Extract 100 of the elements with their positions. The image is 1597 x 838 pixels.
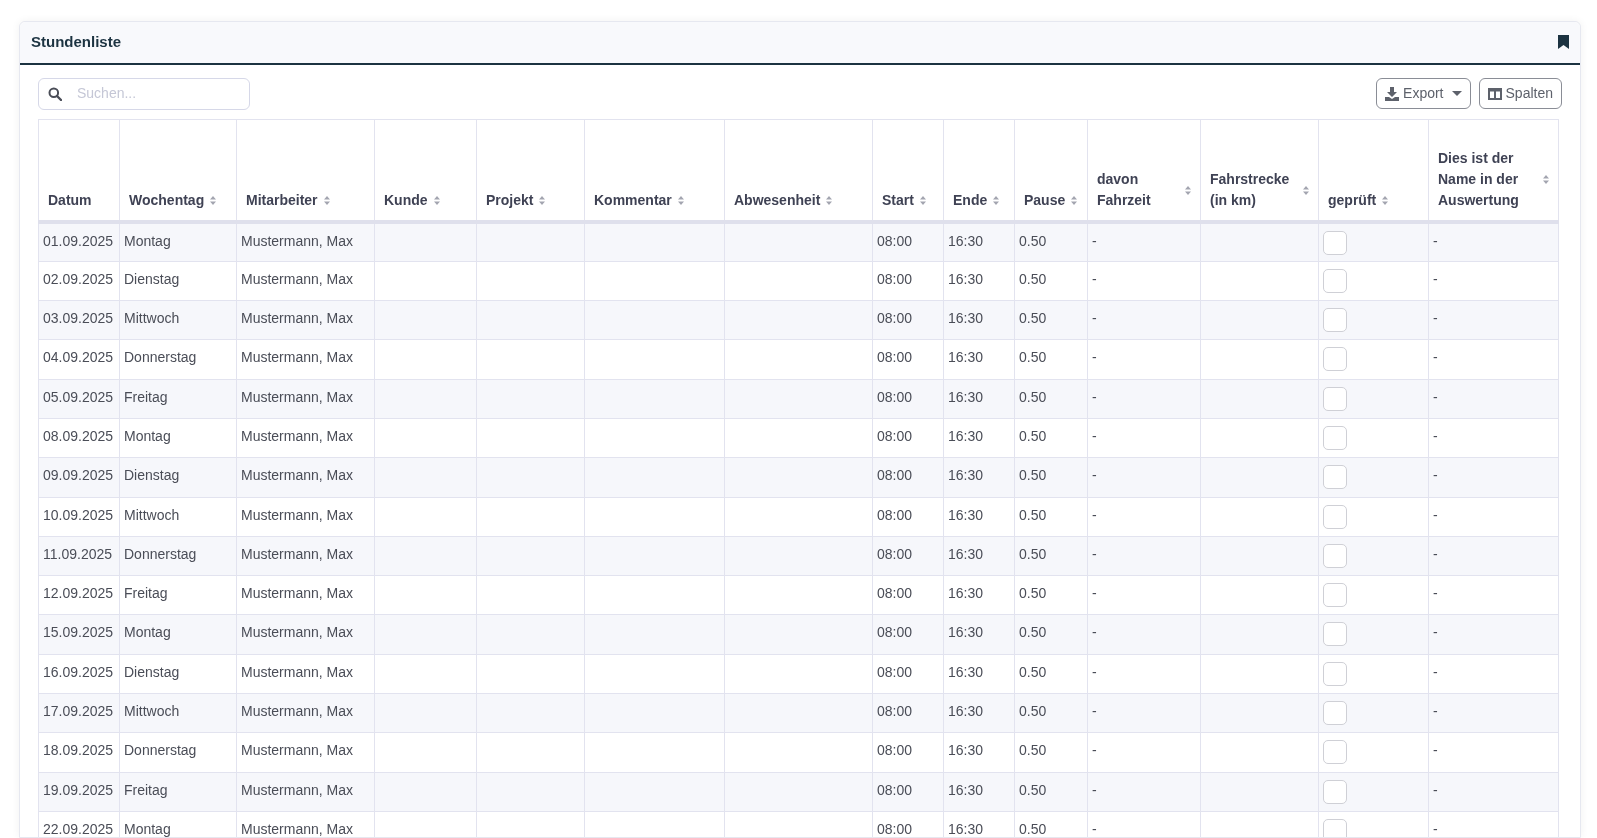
table-cell: 08:00 — [877, 467, 913, 484]
sort-icon[interactable] — [677, 196, 684, 205]
checkbox[interactable] — [1323, 818, 1347, 837]
sort-icon[interactable] — [1303, 185, 1309, 195]
sort-icon[interactable] — [1185, 185, 1191, 195]
column-header[interactable]: Projekt — [486, 190, 575, 211]
column-header[interactable]: Datum — [48, 190, 110, 211]
search-icon — [48, 86, 62, 101]
table-cell: 16:30 — [948, 742, 984, 759]
table-cell: 16:30 — [948, 545, 984, 562]
sort-icon[interactable] — [1382, 196, 1389, 205]
table-cell: - — [1433, 585, 1438, 602]
table-cell: Mustermann, Max — [241, 428, 354, 444]
table-cell: 0.50 — [1019, 270, 1047, 287]
sort-icon[interactable] — [433, 196, 440, 205]
table-cell: Montag — [124, 820, 171, 837]
sort-icon[interactable] — [1071, 196, 1078, 205]
sort-icon[interactable] — [323, 196, 330, 205]
sort-icon[interactable] — [993, 196, 1000, 205]
column-header[interactable]: Abwesenheit — [734, 190, 863, 211]
table-cell: 08:00 — [877, 663, 913, 680]
table-cell: - — [1433, 703, 1438, 720]
table-cell: 08:00 — [877, 349, 913, 366]
checkbox[interactable] — [1323, 386, 1347, 411]
table-cell: - — [1092, 624, 1097, 641]
checkbox[interactable] — [1323, 347, 1347, 372]
card-title: Stundenliste — [31, 32, 121, 52]
column-header[interactable]: Wochentag — [129, 190, 227, 211]
table-cell: 08:00 — [877, 820, 913, 837]
checkbox[interactable] — [1323, 308, 1347, 333]
table-cell: 15.09.2025 — [43, 624, 114, 641]
table-cell: - — [1092, 545, 1097, 562]
table-cell: Mustermann, Max — [241, 703, 354, 720]
table-cell: - — [1433, 506, 1438, 523]
table-cell: - — [1092, 781, 1097, 798]
checkbox[interactable] — [1323, 268, 1347, 293]
table-cell: 16:30 — [948, 663, 984, 680]
table-cell: - — [1092, 506, 1097, 523]
table-cell: 16:30 — [948, 310, 984, 327]
export-button[interactable]: Export — [1376, 78, 1471, 109]
table-cell: Mustermann, Max — [241, 545, 354, 562]
table-cell: Mustermann, Max — [241, 388, 354, 405]
column-header[interactable]: Mitarbeiter — [246, 190, 365, 211]
table-cell: 0.50 — [1019, 545, 1047, 562]
checkbox[interactable] — [1323, 231, 1347, 255]
sort-icon[interactable] — [919, 196, 926, 205]
checkbox[interactable] — [1323, 622, 1347, 647]
table-cell: 16:30 — [948, 349, 984, 366]
column-header[interactable]: Start — [882, 190, 934, 211]
checkbox[interactable] — [1323, 465, 1347, 490]
checkbox[interactable] — [1323, 543, 1347, 568]
search-field[interactable]: Suchen... — [38, 77, 250, 110]
sort-icon[interactable] — [826, 196, 833, 205]
table-cell: Mustermann, Max — [241, 663, 354, 680]
table-cell: 05.09.2025 — [43, 388, 114, 405]
sort-icon[interactable] — [1543, 175, 1549, 184]
table-cell: - — [1092, 233, 1097, 249]
table-cell: 0.50 — [1019, 233, 1047, 249]
column-header[interactable]: geprüft — [1328, 190, 1419, 211]
bookmark-icon[interactable] — [1558, 35, 1569, 50]
table-cell: Donnerstag — [124, 545, 197, 562]
sort-icon[interactable] — [539, 196, 546, 205]
table-cell: 16:30 — [948, 388, 984, 405]
table-cell: Donnerstag — [124, 349, 197, 366]
table-cell: 18.09.2025 — [43, 742, 114, 759]
columns-button[interactable]: Spalten — [1478, 78, 1562, 109]
table-cell: 0.50 — [1019, 820, 1047, 837]
table-cell: - — [1433, 820, 1438, 837]
table-cell: - — [1433, 270, 1438, 287]
table-cell: Montag — [124, 233, 171, 249]
table-cell: 08:00 — [877, 388, 913, 405]
table-cell: - — [1433, 467, 1438, 484]
checkbox[interactable] — [1323, 661, 1347, 686]
table-cell: 0.50 — [1019, 703, 1047, 720]
checkbox[interactable] — [1323, 740, 1347, 765]
sort-icon[interactable] — [210, 196, 217, 205]
checkbox[interactable] — [1323, 583, 1347, 608]
table-cell: 08:00 — [877, 585, 913, 602]
column-header[interactable]: Kommentar — [594, 190, 715, 211]
checkbox[interactable] — [1323, 779, 1347, 804]
column-header[interactable]: Pause — [1024, 190, 1078, 211]
table-cell: - — [1092, 703, 1097, 720]
table-cell: 0.50 — [1019, 506, 1047, 523]
table-cell: Mustermann, Max — [241, 781, 354, 798]
table-cell: 0.50 — [1019, 585, 1047, 602]
table-cell: 08:00 — [877, 270, 913, 287]
table-cell: 16:30 — [948, 467, 984, 484]
checkbox[interactable] — [1323, 504, 1347, 529]
table-cell: Montag — [124, 624, 171, 641]
checkbox[interactable] — [1323, 701, 1347, 726]
table-cell: - — [1092, 310, 1097, 327]
table-cell: Mittwoch — [124, 703, 180, 720]
column-header[interactable]: Kunde — [384, 190, 467, 211]
table-cell: - — [1433, 545, 1438, 562]
table-cell: 17.09.2025 — [43, 703, 114, 720]
checkbox[interactable] — [1323, 426, 1347, 450]
table-cell: - — [1092, 270, 1097, 287]
column-header[interactable]: Ende — [953, 190, 1005, 211]
table-cell: 19.09.2025 — [43, 781, 114, 798]
table-cell: - — [1092, 585, 1097, 602]
